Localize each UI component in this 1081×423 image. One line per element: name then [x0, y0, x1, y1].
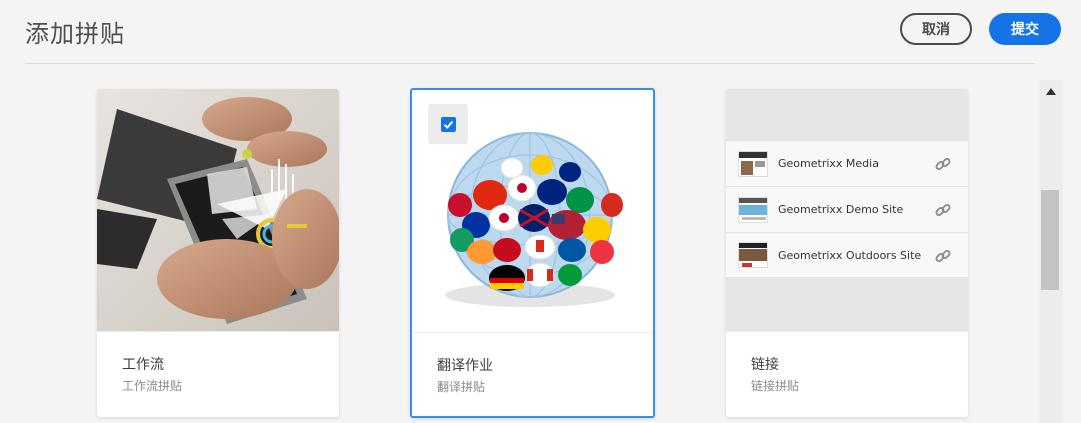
- cancel-button[interactable]: 取消: [900, 13, 972, 45]
- link-icon: [934, 247, 952, 265]
- link-icon: [934, 155, 952, 173]
- site-thumbnail: [738, 242, 768, 268]
- tile-title: 翻译作业: [437, 358, 493, 374]
- checkbox-checked-icon: [440, 116, 456, 132]
- list-item: Geometrixx Demo Site: [726, 186, 968, 232]
- link-label: Geometrixx Demo Site: [778, 203, 904, 216]
- page-title: 添加拼贴: [25, 20, 125, 48]
- tile-subtitle: 工作流拼贴: [122, 379, 183, 393]
- site-thumbnail: [738, 196, 768, 223]
- link-label: Geometrixx Media: [778, 157, 879, 170]
- tile-subtitle: 链接拼贴: [751, 379, 800, 393]
- selection-checkbox[interactable]: [428, 104, 468, 144]
- site-thumbnail: [738, 150, 768, 177]
- workflow-thumbnail-image: [97, 89, 339, 331]
- card-separator: [726, 331, 968, 332]
- link-icon: [934, 201, 952, 219]
- tile-title: 链接: [751, 357, 779, 373]
- card-separator: [97, 331, 339, 332]
- link-label: Geometrixx Outdoors Site: [778, 248, 922, 262]
- tile-card-workflow[interactable]: 工作流 工作流拼贴: [97, 89, 339, 417]
- submit-button[interactable]: 提交: [989, 13, 1061, 45]
- tile-subtitle: 翻译拼贴: [437, 380, 486, 394]
- header-divider: [25, 63, 1035, 64]
- links-preview-image: Geometrixx Media Geometrixx Demo Site Ge…: [726, 89, 968, 331]
- tile-card-translation[interactable]: 翻译作业 翻译拼贴: [410, 88, 655, 418]
- link-list: Geometrixx Media Geometrixx Demo Site Ge…: [726, 140, 968, 278]
- tile-title: 工作流: [122, 357, 164, 373]
- tile-card-links[interactable]: Geometrixx Media Geometrixx Demo Site Ge…: [726, 89, 968, 417]
- list-item: Geometrixx Media: [726, 140, 968, 186]
- list-item: Geometrixx Outdoors Site: [726, 232, 968, 278]
- dialog-header: 添加拼贴 取消 提交: [0, 0, 1081, 64]
- scroll-up-arrow-icon[interactable]: [1039, 83, 1063, 99]
- scrollbar-thumb[interactable]: [1041, 190, 1059, 290]
- card-separator: [412, 332, 653, 333]
